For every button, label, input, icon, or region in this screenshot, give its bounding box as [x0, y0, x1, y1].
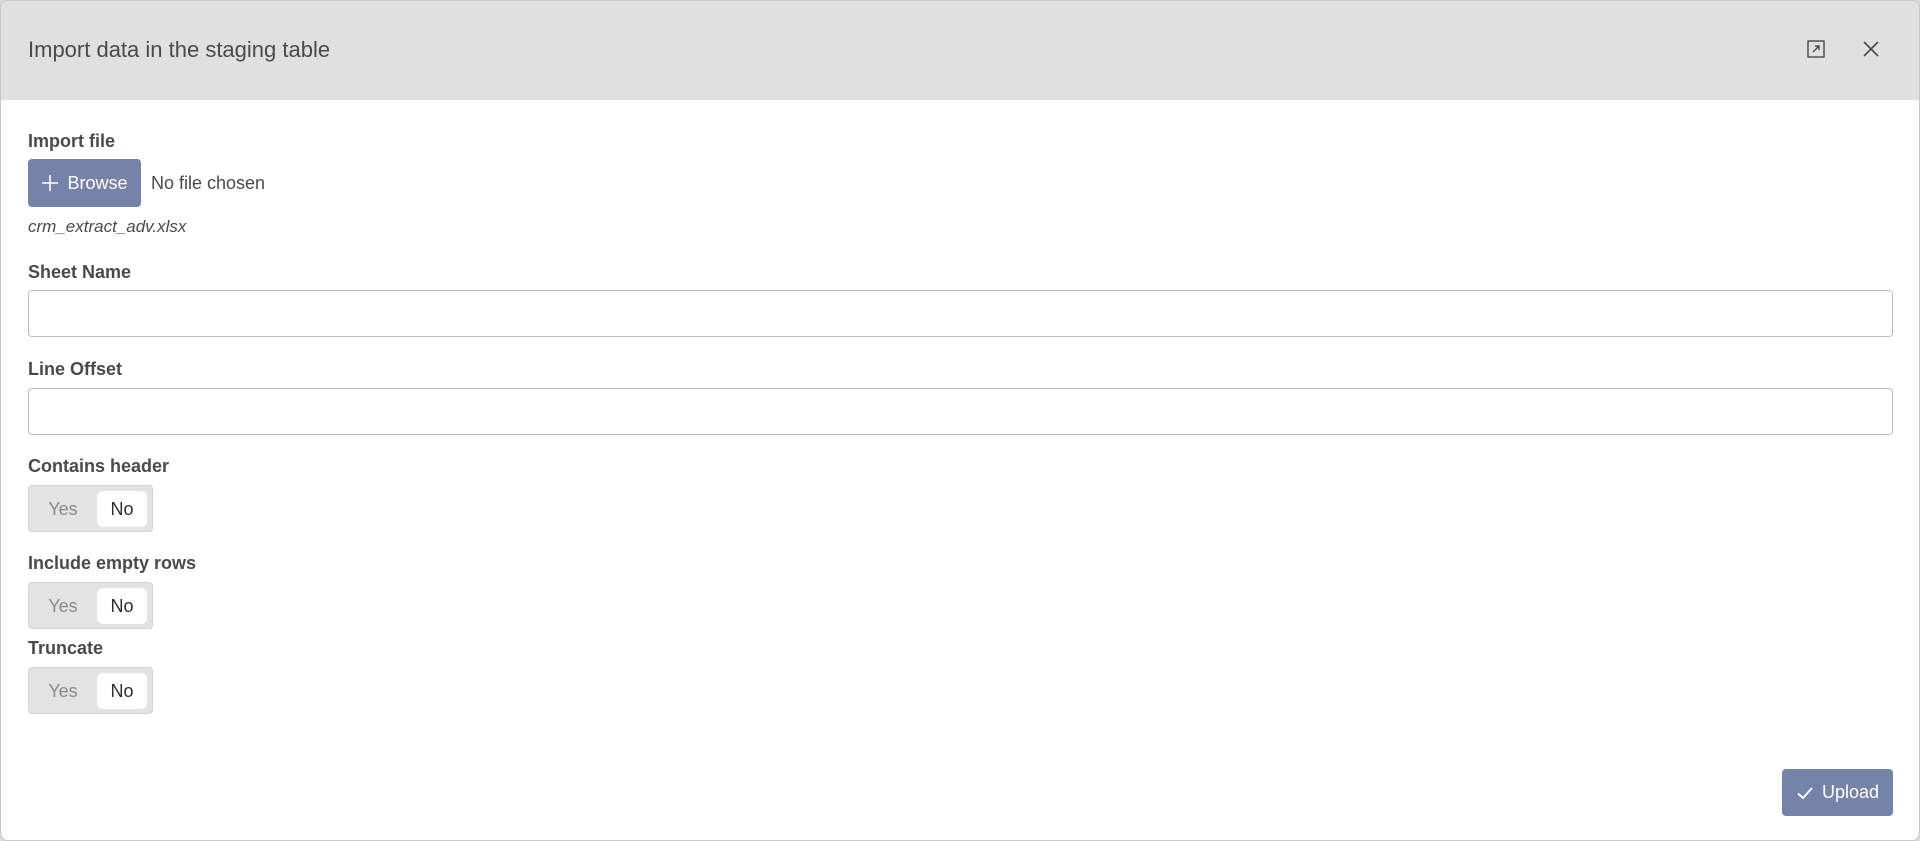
contains-header-yes[interactable]: Yes: [35, 491, 91, 527]
sheet-name-input[interactable]: [28, 290, 1893, 337]
line-offset-input[interactable]: [28, 388, 1893, 435]
maximize-icon: [1807, 40, 1825, 58]
import-file-label: Import file: [28, 131, 116, 151]
current-file-name: crm_extract_adv.xlsx: [28, 217, 187, 236]
browse-button[interactable]: Browse: [28, 159, 141, 207]
plus-icon: [42, 175, 59, 191]
truncate-yes[interactable]: Yes: [35, 673, 91, 709]
include-empty-rows-label: Include empty rows: [28, 553, 197, 573]
close-icon: [1863, 41, 1879, 57]
include-empty-rows-yes[interactable]: Yes: [35, 588, 91, 624]
truncate-no[interactable]: No: [97, 673, 147, 709]
upload-button[interactable]: Upload: [1782, 769, 1893, 816]
contains-header-no[interactable]: No: [97, 491, 147, 527]
contains-header-toggle: Yes No: [28, 485, 153, 532]
no-file-text: No file chosen: [151, 173, 266, 193]
close-button[interactable]: [1859, 37, 1883, 61]
include-empty-rows-no[interactable]: No: [97, 588, 147, 624]
include-empty-rows-toggle: Yes No: [28, 582, 153, 629]
dialog-title: Import data in the staging table: [28, 37, 331, 62]
browse-button-label: Browse: [67, 172, 128, 193]
dialog-header: Import data in the staging table: [1, 1, 1919, 100]
check-icon: [1797, 786, 1813, 799]
truncate-toggle: Yes No: [28, 667, 153, 714]
upload-button-label: Upload: [1821, 782, 1880, 802]
truncate-label: Truncate: [28, 638, 104, 658]
contains-header-label: Contains header: [28, 456, 170, 476]
line-offset-label: Line Offset: [28, 359, 123, 379]
sheet-name-label: Sheet Name: [28, 262, 132, 282]
maximize-button[interactable]: [1804, 37, 1828, 61]
import-dialog: Import data in the staging table Import …: [0, 0, 1920, 841]
